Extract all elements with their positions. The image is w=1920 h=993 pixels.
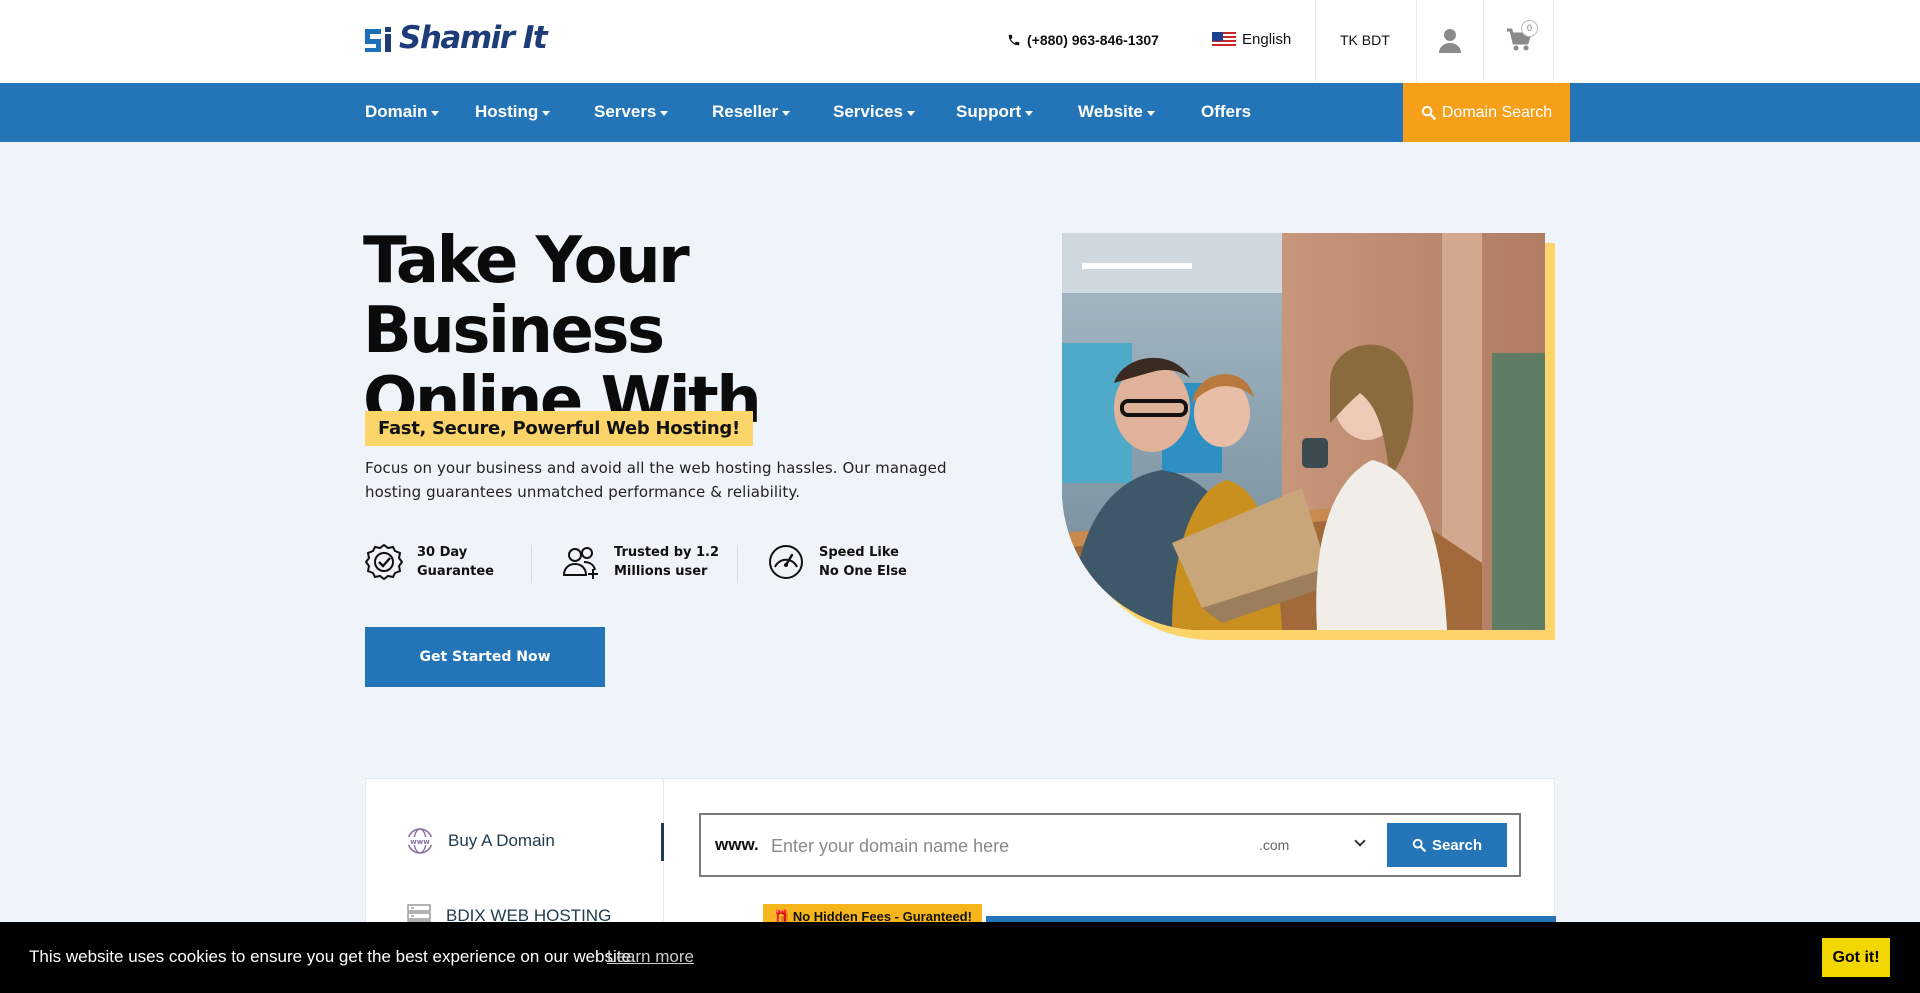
learn-more-link[interactable]: Learn more [607,947,694,967]
divider [1553,0,1554,83]
domain-search-button[interactable]: Domain Search [1403,83,1570,142]
phone-icon [1008,34,1020,46]
divider [1416,0,1417,83]
users-add-icon [562,547,598,579]
caret-down-icon [1025,110,1034,116]
nav-item-label: Support [956,102,1022,121]
logo-text: Shamir It [399,20,548,56]
nav-item-servers[interactable]: Servers [594,102,669,122]
nav-item-label: Website [1078,102,1143,121]
nav-item-support[interactable]: Support [956,102,1034,122]
nav-item-offers[interactable]: Offers [1201,102,1251,122]
feature-line: Speed Like [819,545,899,560]
cookie-banner: This website uses cookies to ensure you … [0,922,1920,993]
feature-text: Speed Like No One Else [819,543,907,581]
domain-search-submit[interactable]: Search [1387,823,1507,867]
caret-down-icon [660,110,669,116]
tld-select[interactable]: .com [1259,837,1289,853]
caret-down-icon [542,110,551,116]
feature-line: No One Else [819,564,907,579]
feature-line: Guarantee [417,564,494,579]
hero-description: Focus on your business and avoid all the… [365,459,947,501]
nav-item-label: Servers [594,102,657,121]
search-icon [1412,838,1426,852]
main-nav: Domain Hosting Servers Reseller Services… [0,83,1920,142]
active-indicator [661,823,664,861]
feature-divider [737,545,738,583]
divider [1483,0,1484,83]
language-selector[interactable]: English [1212,31,1291,48]
domain-search-box: www. .com Search [699,813,1521,877]
hero-title-line: Take Your Business [363,224,690,368]
nav-item-label: Offers [1201,102,1252,121]
feature-text: Trusted by 1.2 Millions user [614,543,719,581]
user-account-icon[interactable] [1438,28,1462,54]
feature-guarantee: 30 Day Guarantee [365,543,494,581]
search-icon [1421,105,1436,120]
nav-item-label: Services [833,102,903,121]
phone-number: (+880) 963-846-1307 [1027,32,1159,48]
www-globe-icon: www [407,828,433,854]
feature-speed: Speed Like No One Else [767,543,907,581]
logo-mark-icon [365,27,391,52]
nav-item-label: Hosting [475,102,539,121]
speedometer-icon [769,545,803,579]
hero-photo [1062,233,1545,630]
office-team-illustration [1062,233,1545,630]
currency-selector[interactable]: TK BDT [1340,32,1390,48]
cookie-accept-button[interactable]: Got it! [1822,938,1890,977]
get-started-button[interactable]: Get Started Now [365,627,605,687]
divider [1315,0,1316,83]
phone-link[interactable]: (+880) 963-846-1307 [1007,32,1159,48]
side-item-label: Buy A Domain [448,831,555,850]
logo[interactable]: Shamir It [365,20,548,56]
cart-count-badge: 0 [1521,20,1538,37]
domain-search-label: Domain Search [1441,103,1553,121]
nav-item-label: Domain [365,102,428,121]
caret-down-icon [906,110,915,116]
nav-item-website[interactable]: Website [1078,102,1155,122]
us-flag-icon [1212,31,1236,48]
feature-trusted: Trusted by 1.2 Millions user [562,543,719,581]
badge-check-icon [365,543,403,581]
caret-down-icon [1146,110,1155,116]
nav-item-services[interactable]: Services [833,102,915,122]
hero-badge: Fast, Secure, Powerful Web Hosting! [365,411,753,446]
search-label: Search [1431,836,1483,854]
top-bar: Shamir It (+880) 963-846-1307 English TK… [0,0,1920,83]
caret-down-icon [431,110,440,116]
nav-item-reseller[interactable]: Reseller [712,102,791,122]
feature-divider [531,545,532,583]
svg-text:www: www [410,838,430,846]
nav-item-hosting[interactable]: Hosting [475,102,551,122]
nav-item-label: Reseller [712,102,779,121]
feature-line: Trusted by 1.2 [614,545,720,560]
hero-title: Take Your Business Online With [363,226,1003,436]
www-prefix: www. [715,835,759,854]
chevron-down-icon [1354,835,1366,847]
feature-line: 30 Day [417,545,468,560]
caret-down-icon [782,110,791,116]
side-item-buy-domain[interactable]: www Buy A Domain [406,827,555,855]
language-label: English [1242,31,1292,48]
cookie-message: This website uses cookies to ensure you … [29,947,636,966]
domain-name-input[interactable] [771,829,1231,863]
feature-line: Millions user [614,564,708,579]
feature-text: 30 Day Guarantee [417,543,494,581]
nav-item-domain[interactable]: Domain [365,102,440,122]
